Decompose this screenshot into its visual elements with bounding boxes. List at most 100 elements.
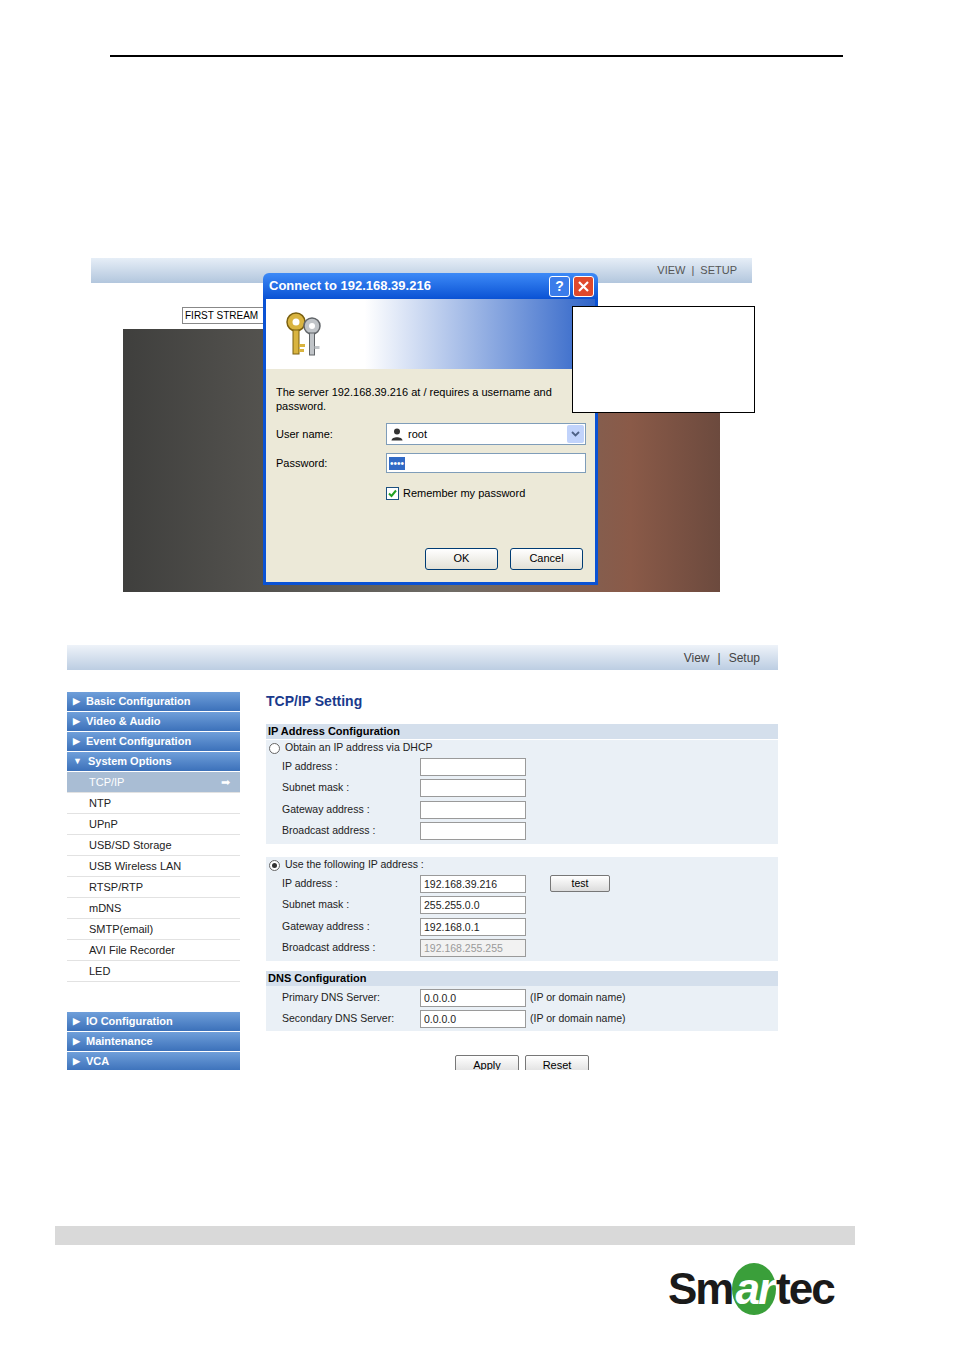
section-header: DNS Configuration: [266, 971, 778, 986]
sidebar-section[interactable]: ▶ Maintenance: [67, 1032, 240, 1051]
close-button[interactable]: [573, 276, 594, 297]
nav-link[interactable]: Setup: [729, 649, 760, 667]
sidebar-item[interactable]: UPnP: [67, 814, 240, 835]
user-icon: [390, 427, 404, 441]
field-input[interactable]: [420, 918, 526, 936]
sidebar-item[interactable]: USB Wireless LAN: [67, 856, 240, 877]
logo-part: tec: [776, 1263, 834, 1315]
selected-arrow: ➡: [221, 774, 230, 791]
test-button[interactable]: test: [550, 875, 610, 892]
top-nav: View | Setup: [67, 645, 778, 670]
nav-separator: |: [718, 649, 721, 667]
username-value[interactable]: root: [408, 426, 563, 443]
dropdown-button[interactable]: [567, 425, 584, 443]
sidebar-items: TCP/IP➡ NTP UPnP USB/SD Storage USB Wireless…: [67, 772, 240, 1012]
expand-arrow[interactable]: ▶: [73, 715, 80, 729]
dialog-message: The server 192.168.39.216 at / requires …: [266, 385, 595, 413]
ok-button[interactable]: OK: [425, 548, 498, 570]
expand-arrow[interactable]: ▶: [73, 1015, 80, 1029]
radio-label[interactable]: Use the following IP address :: [285, 857, 424, 873]
help-button[interactable]: ?: [549, 276, 570, 297]
sidebar-item[interactable]: LED: [67, 961, 240, 982]
setup-screenshot: View | Setup ▶ Basic Configuration ▶ Video & A…: [67, 645, 778, 1070]
item-label[interactable]: RTSP/RTP: [89, 879, 230, 896]
cancel-button[interactable]: Cancel: [510, 548, 583, 570]
sidebar-section[interactable]: ▶ Video & Audio: [67, 712, 240, 731]
nav-link[interactable]: SETUP: [700, 262, 737, 279]
section-label[interactable]: VCA: [86, 1053, 109, 1070]
section-label[interactable]: Basic Configuration: [86, 693, 191, 710]
field-row: Subnet mask :: [266, 778, 778, 800]
logo-part: ar: [732, 1263, 776, 1315]
field-row: Subnet mask :: [266, 895, 778, 917]
section-label[interactable]: Video & Audio: [86, 713, 161, 730]
sidebar-section[interactable]: ▶ Basic Configuration: [67, 692, 240, 711]
item-label[interactable]: LED: [89, 963, 230, 980]
item-label[interactable]: AVI File Recorder: [89, 942, 230, 959]
mode-radio[interactable]: [269, 860, 280, 871]
sidebar-item[interactable]: TCP/IP➡: [67, 772, 240, 793]
dns-block: Primary DNS Server:(IP or domain name)Se…: [266, 986, 778, 1031]
item-label[interactable]: mDNS: [89, 900, 230, 917]
expand-arrow[interactable]: ▶: [73, 1055, 80, 1069]
section-label[interactable]: Event Configuration: [86, 733, 191, 750]
radio-row[interactable]: Use the following IP address :: [266, 857, 778, 873]
field-input[interactable]: [420, 875, 526, 893]
field-label: Gateway address :: [266, 919, 420, 935]
sidebar-item[interactable]: SMTP(email): [67, 919, 240, 940]
item-label[interactable]: SMTP(email): [89, 921, 230, 938]
tcpip-form: TCP/IP SettingIP Address ConfigurationOb…: [266, 692, 778, 1070]
item-label[interactable]: NTP: [89, 795, 230, 812]
field-input[interactable]: [420, 822, 526, 840]
expand-arrow[interactable]: ▼: [73, 755, 82, 769]
item-label[interactable]: USB/SD Storage: [89, 837, 230, 854]
section-label[interactable]: System Options: [88, 753, 172, 770]
password-value[interactable]: ••••: [389, 457, 405, 470]
apply-button[interactable]: Apply: [455, 1055, 519, 1070]
mode-radio[interactable]: [269, 743, 280, 754]
radio-label[interactable]: Obtain an IP address via DHCP: [285, 740, 432, 756]
remember-checkbox[interactable]: [386, 487, 399, 500]
field-input[interactable]: [420, 896, 526, 914]
field-input[interactable]: [420, 758, 526, 776]
reset-button[interactable]: Reset: [525, 1055, 589, 1070]
sidebar-section[interactable]: ▶ Event Configuration: [67, 732, 240, 751]
field-row: Broadcast address :: [266, 938, 778, 960]
field-input[interactable]: [420, 1010, 526, 1028]
nav-link[interactable]: View: [684, 649, 710, 667]
sidebar-section[interactable]: ▶ IO Configuration: [67, 1012, 240, 1031]
field-input[interactable]: [420, 989, 526, 1007]
nav-link[interactable]: VIEW: [657, 262, 685, 279]
item-label[interactable]: USB Wireless LAN: [89, 858, 230, 875]
radio-row[interactable]: Obtain an IP address via DHCP: [266, 740, 778, 756]
field-label: Gateway address :: [266, 802, 420, 818]
sidebar-item[interactable]: mDNS: [67, 898, 240, 919]
check-icon: [388, 489, 397, 498]
field-label: Broadcast address :: [266, 823, 420, 839]
ip-mode-block: Obtain an IP address via DHCPIP address …: [266, 740, 778, 844]
form-title: TCP/IP Setting: [266, 692, 778, 710]
username-combo[interactable]: root: [386, 423, 586, 445]
sidebar-section[interactable]: ▶ VCA: [67, 1052, 240, 1070]
expand-arrow[interactable]: ▶: [73, 1035, 80, 1049]
field-row: Secondary DNS Server:(IP or domain name): [266, 1009, 778, 1031]
field-row: Broadcast address :: [266, 821, 778, 843]
sidebar-section[interactable]: ▼ System Options: [67, 752, 240, 771]
section-label[interactable]: IO Configuration: [86, 1013, 173, 1030]
field-label: Primary DNS Server:: [266, 990, 420, 1006]
field-input[interactable]: [420, 801, 526, 819]
field-input[interactable]: [420, 779, 526, 797]
item-label[interactable]: UPnP: [89, 816, 230, 833]
item-label[interactable]: TCP/IP: [89, 774, 221, 791]
ip-mode-block: Use the following IP address :IP address…: [266, 857, 778, 961]
sidebar-item[interactable]: RTSP/RTP: [67, 877, 240, 898]
remember-label[interactable]: Remember my password: [403, 485, 525, 502]
section-label[interactable]: Maintenance: [86, 1033, 153, 1050]
login-screenshot: VIEW|SETUPFIRST STREAMConnect to 192.168…: [91, 258, 752, 592]
password-field[interactable]: ••••: [386, 453, 586, 473]
sidebar-item[interactable]: NTP: [67, 793, 240, 814]
expand-arrow[interactable]: ▶: [73, 735, 80, 749]
sidebar-item[interactable]: USB/SD Storage: [67, 835, 240, 856]
expand-arrow[interactable]: ▶: [73, 695, 80, 709]
sidebar-item[interactable]: AVI File Recorder: [67, 940, 240, 961]
